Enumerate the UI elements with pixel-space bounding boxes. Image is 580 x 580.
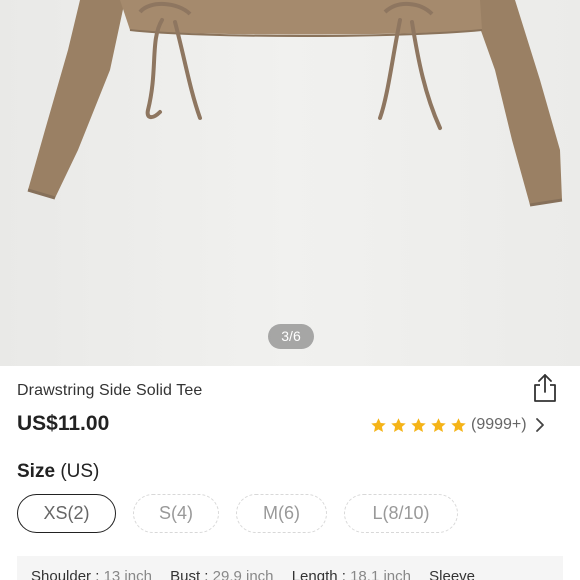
measurement-bust: Bust : 29.9 inch [170,568,273,580]
measurement-value: 18.1 inch [350,568,411,580]
star-icon [411,417,426,432]
product-price: US$11.00 [17,412,110,435]
star-icon [431,417,446,432]
star-icon [371,417,386,432]
size-option-m[interactable]: M(6) [236,494,327,533]
product-title: Drawstring Side Solid Tee [17,382,203,399]
measurement-label: Length : [291,568,346,580]
measurement-value: 13 inch [103,568,152,580]
measurement-length: Length : 18.1 inch [292,568,411,580]
size-option-xs[interactable]: XS(2) [17,494,116,533]
size-measurements-panel: Shoulder : 13 inch Bust : 29.9 inch Leng… [17,556,563,580]
star-rating [370,417,470,434]
star-icon [451,417,466,432]
measurement-shoulder: Shoulder : 13 inch [31,568,152,580]
size-unit: (US) [60,461,100,482]
product-photo [0,0,580,366]
size-label: Size [17,461,56,482]
star-icon [391,417,406,432]
measurement-value: 29.9 inch [212,568,274,580]
chevron-right-icon [535,418,544,432]
product-image-gallery[interactable]: 3/6 [0,0,580,366]
measurement-label: Sleeve [429,568,476,580]
share-icon [534,374,556,402]
size-option-s[interactable]: S(4) [133,494,219,533]
share-button[interactable] [530,372,560,404]
size-heading: Size (US) [17,461,99,483]
measurement-sleeve: Sleeve [429,568,475,580]
measurements-row: Shoulder : 13 inch Bust : 29.9 inch Leng… [31,568,489,580]
measurement-label: Bust : [170,568,209,580]
measurement-label: Shoulder : [31,568,100,580]
image-page-indicator: 3/6 [268,324,314,349]
rating-summary[interactable]: (9999+) [370,414,547,436]
review-count: (9999+) [471,416,527,433]
size-option-l[interactable]: L(8/10) [344,494,458,533]
